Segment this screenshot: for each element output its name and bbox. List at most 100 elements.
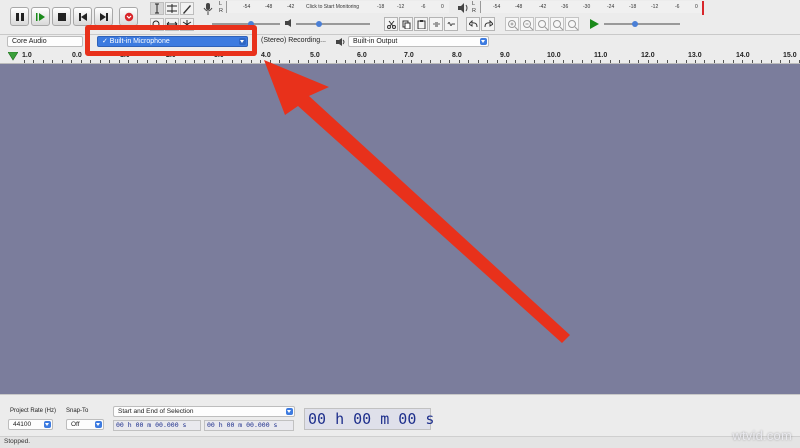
project-rate-dropdown[interactable]: 44100 (8, 419, 53, 430)
fit-selection-button[interactable] (535, 17, 549, 31)
play-speed-knob[interactable] (632, 21, 638, 27)
ruler-tick (137, 60, 139, 63)
selection-start-value: 00 h 00 m 00.000 s (116, 421, 187, 429)
status-text: Stopped. (4, 438, 31, 445)
trim-button[interactable] (429, 17, 443, 31)
status-bar: Stopped. (0, 436, 800, 448)
ruler-tick (515, 60, 517, 63)
ruler-tick (534, 60, 536, 63)
meter-tick: -6 (675, 4, 680, 10)
ruler-tick (591, 60, 592, 63)
silence-button[interactable] (444, 17, 458, 31)
ruler-tick (298, 60, 300, 63)
audio-host-dropdown[interactable]: Core Audio (7, 36, 83, 47)
highlight-box (85, 25, 257, 56)
speaker-icon (336, 38, 345, 46)
fit-selection-icon (538, 20, 549, 31)
selection-start-time[interactable]: 00 h 00 m 00.000 s (113, 420, 201, 431)
chevron-down-icon (286, 408, 293, 415)
pause-button[interactable] (10, 7, 29, 26)
start-monitoring-hint[interactable]: Click to Start Monitoring (306, 4, 359, 10)
meter-left-label: L (219, 1, 223, 7)
ruler-tick (24, 60, 25, 63)
watermark: wtvid.com (732, 428, 792, 443)
zoom-out-icon (523, 20, 534, 31)
ruler-tick (402, 60, 403, 63)
microphone-icon (203, 3, 213, 15)
snap-to-dropdown[interactable]: Off (66, 419, 104, 430)
ruler-tick (71, 60, 73, 63)
selection-end-time[interactable]: 00 h 00 m 00.000 s (204, 420, 294, 431)
skip-to-start-button[interactable] (73, 7, 92, 26)
play-speed-slider[interactable] (604, 23, 680, 25)
ruler-tick (99, 60, 101, 63)
audio-position-display[interactable]: 00 h 00 m 00 s (304, 408, 435, 430)
ruler-tick (80, 60, 82, 63)
ruler-tick (250, 60, 252, 63)
recording-channels-dropdown[interactable]: (Stereo) Recording... (257, 36, 333, 47)
ruler-tick (713, 60, 715, 63)
redo-button[interactable] (481, 17, 495, 31)
ruler-tick (392, 60, 394, 63)
envelope-tool[interactable] (165, 2, 179, 15)
playback-volume-slider[interactable] (296, 23, 370, 25)
paste-button[interactable] (414, 17, 428, 31)
playback-volume-knob[interactable] (316, 21, 322, 27)
stop-button[interactable] (52, 7, 71, 26)
pause-icon (16, 13, 24, 21)
ruler-label: 7.0 (404, 52, 414, 59)
zoom-out-button[interactable] (520, 17, 534, 31)
stop-icon (58, 13, 66, 21)
record-button[interactable] (119, 7, 138, 26)
ruler-tick (572, 60, 574, 63)
ruler-label: 6.0 (357, 52, 367, 59)
meter-right-label: R (219, 8, 223, 14)
meter-tick: -24 (607, 4, 615, 10)
recording-channels-value: (Stereo) Recording... (261, 37, 326, 44)
selection-tool[interactable] (150, 2, 164, 15)
meter-tick: 0 (695, 4, 698, 10)
audio-position-value: 00 h 00 m 00 s (308, 410, 435, 428)
cut-button[interactable] (384, 17, 398, 31)
chevron-down-icon (44, 421, 51, 428)
ruler-tick (260, 60, 262, 63)
ruler-tick (288, 60, 290, 63)
undo-button[interactable] (466, 17, 480, 31)
project-rate-label: Project Rate (Hz) (10, 408, 57, 414)
ruler-tick (694, 60, 696, 63)
recording-meter[interactable]: -54 -48 -42 Click to Start Monitoring -1… (226, 1, 449, 13)
ruler-tick (345, 60, 347, 63)
draw-tool[interactable] (180, 2, 194, 15)
envelope-icon (167, 4, 177, 13)
meter-tick: -48 (265, 4, 273, 10)
play-button[interactable] (31, 7, 50, 26)
fit-project-button[interactable] (550, 17, 564, 31)
fit-project-icon (553, 20, 564, 31)
ruler-tick (487, 60, 489, 63)
ruler-tick (761, 60, 763, 63)
ruler-tick (165, 60, 167, 63)
ruler-tick (383, 60, 385, 63)
play-icon (36, 13, 45, 21)
zoom-in-icon (508, 20, 519, 31)
ruler-tick (175, 60, 177, 63)
pin-playhead-icon[interactable] (8, 52, 18, 61)
ruler-tick (364, 60, 366, 63)
ruler-tick (373, 60, 375, 63)
track-area[interactable] (0, 64, 800, 394)
ruler-tick (449, 60, 451, 63)
zoom-toggle-button[interactable] (565, 17, 579, 31)
chevron-down-icon (480, 38, 487, 45)
ruler-tick (269, 60, 271, 63)
selection-mode-dropdown[interactable]: Start and End of Selection (113, 406, 295, 417)
zoom-in-button[interactable] (505, 17, 519, 31)
playback-meter[interactable]: -54 -48 -42 -36 -30 -24 -18 -12 -6 0 (480, 1, 703, 13)
meter-tick: -18 (377, 4, 385, 10)
meter-tick: -42 (539, 4, 547, 10)
skip-to-end-button[interactable] (94, 7, 113, 26)
playback-device-dropdown[interactable]: Built-in Output (348, 36, 489, 47)
play-at-speed-icon[interactable] (588, 18, 600, 30)
meter-tick: -12 (651, 4, 659, 10)
undo-icon (469, 20, 478, 28)
copy-button[interactable] (399, 17, 413, 31)
